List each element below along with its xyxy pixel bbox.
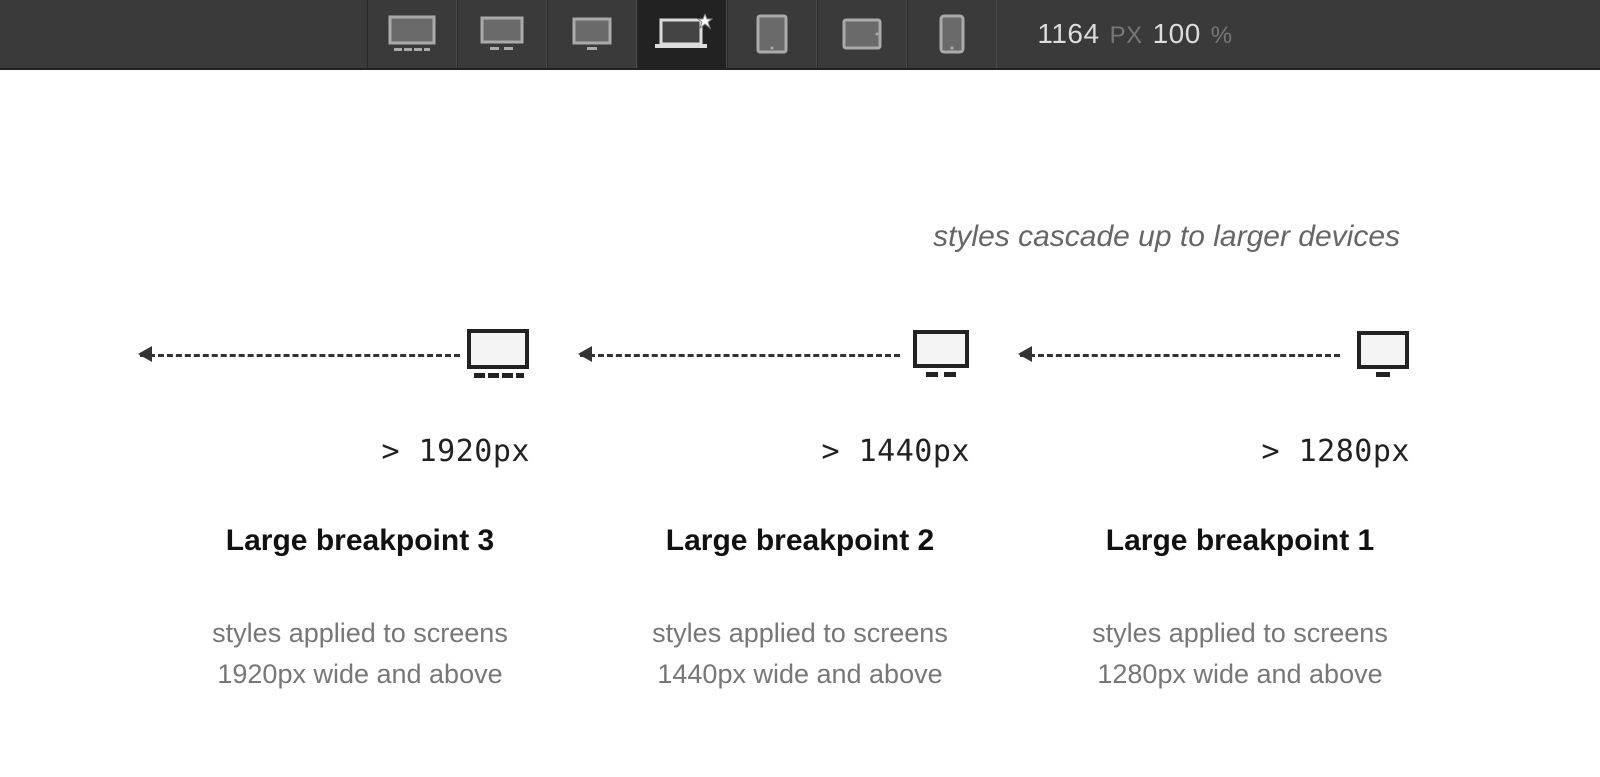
breakpoint-description: styles applied to screens 1280px wide an… bbox=[1020, 613, 1460, 694]
breakpoint-col-1: > 1280px Large breakpoint 1 styles appli… bbox=[1020, 324, 1460, 694]
breakpoint-title: Large breakpoint 2 bbox=[580, 524, 1020, 558]
toolbar-inner: 1164 PX 100 % bbox=[367, 0, 1232, 68]
desc-line-2: 1920px wide and above bbox=[217, 659, 502, 689]
breakpoint-col-3: > 1920px Large breakpoint 3 styles appli… bbox=[140, 324, 580, 694]
cascade-arrow-line bbox=[1020, 354, 1340, 357]
breakpoint-range: > 1920px bbox=[140, 434, 580, 469]
icon-row bbox=[580, 324, 1020, 384]
cascade-arrow-line bbox=[140, 354, 460, 357]
viewport-width-unit: PX bbox=[1110, 22, 1143, 50]
phone-icon bbox=[939, 14, 965, 54]
breakpoint-range: > 1280px bbox=[1020, 434, 1460, 469]
desktop-lg-icon bbox=[912, 329, 970, 379]
device-laptop-base-button[interactable] bbox=[637, 0, 727, 68]
desktop-xl-icon bbox=[388, 15, 436, 53]
desktop-xl-icon bbox=[466, 328, 530, 380]
desktop-lg-icon bbox=[480, 16, 524, 52]
icon-row bbox=[140, 324, 580, 384]
desktop-md-icon bbox=[1356, 330, 1410, 378]
zoom-unit: % bbox=[1211, 22, 1233, 50]
breakpoint-description: styles applied to screens 1440px wide an… bbox=[580, 613, 1020, 694]
breakpoint-col-2: > 1440px Large breakpoint 2 styles appli… bbox=[580, 324, 1020, 694]
breakpoint-title: Large breakpoint 1 bbox=[1020, 524, 1460, 558]
breakpoint-toolbar: 1164 PX 100 % bbox=[0, 0, 1600, 70]
tablet-landscape-icon bbox=[842, 18, 882, 50]
breakpoint-columns: > 1920px Large breakpoint 3 styles appli… bbox=[0, 324, 1600, 694]
desc-line-1: styles applied to screens bbox=[212, 618, 508, 648]
desc-line-1: styles applied to screens bbox=[1092, 618, 1388, 648]
device-tablet-landscape-button[interactable] bbox=[817, 0, 907, 68]
zoom-value[interactable]: 100 bbox=[1153, 18, 1201, 50]
desc-line-2: 1280px wide and above bbox=[1097, 659, 1382, 689]
desktop-md-icon bbox=[572, 17, 612, 51]
laptop-base-icon bbox=[651, 14, 713, 54]
canvas-area: styles cascade up to larger devices > 19… bbox=[0, 70, 1600, 694]
breakpoint-range: > 1440px bbox=[580, 434, 1020, 469]
breakpoint-title: Large breakpoint 3 bbox=[140, 524, 580, 558]
device-desktop-md-button[interactable] bbox=[547, 0, 637, 68]
device-desktop-xl-button[interactable] bbox=[367, 0, 457, 68]
icon-row bbox=[1020, 324, 1460, 384]
cascade-caption: styles cascade up to larger devices bbox=[0, 220, 1600, 254]
device-phone-button[interactable] bbox=[907, 0, 997, 68]
desc-line-1: styles applied to screens bbox=[652, 618, 948, 648]
breakpoint-description: styles applied to screens 1920px wide an… bbox=[140, 613, 580, 694]
device-tablet-button[interactable] bbox=[727, 0, 817, 68]
desc-line-2: 1440px wide and above bbox=[657, 659, 942, 689]
viewport-width-value[interactable]: 1164 bbox=[1037, 18, 1099, 50]
cascade-arrow-line bbox=[580, 354, 900, 357]
tablet-icon bbox=[756, 14, 788, 54]
viewport-readouts: 1164 PX 100 % bbox=[1037, 18, 1232, 50]
device-desktop-lg-button[interactable] bbox=[457, 0, 547, 68]
